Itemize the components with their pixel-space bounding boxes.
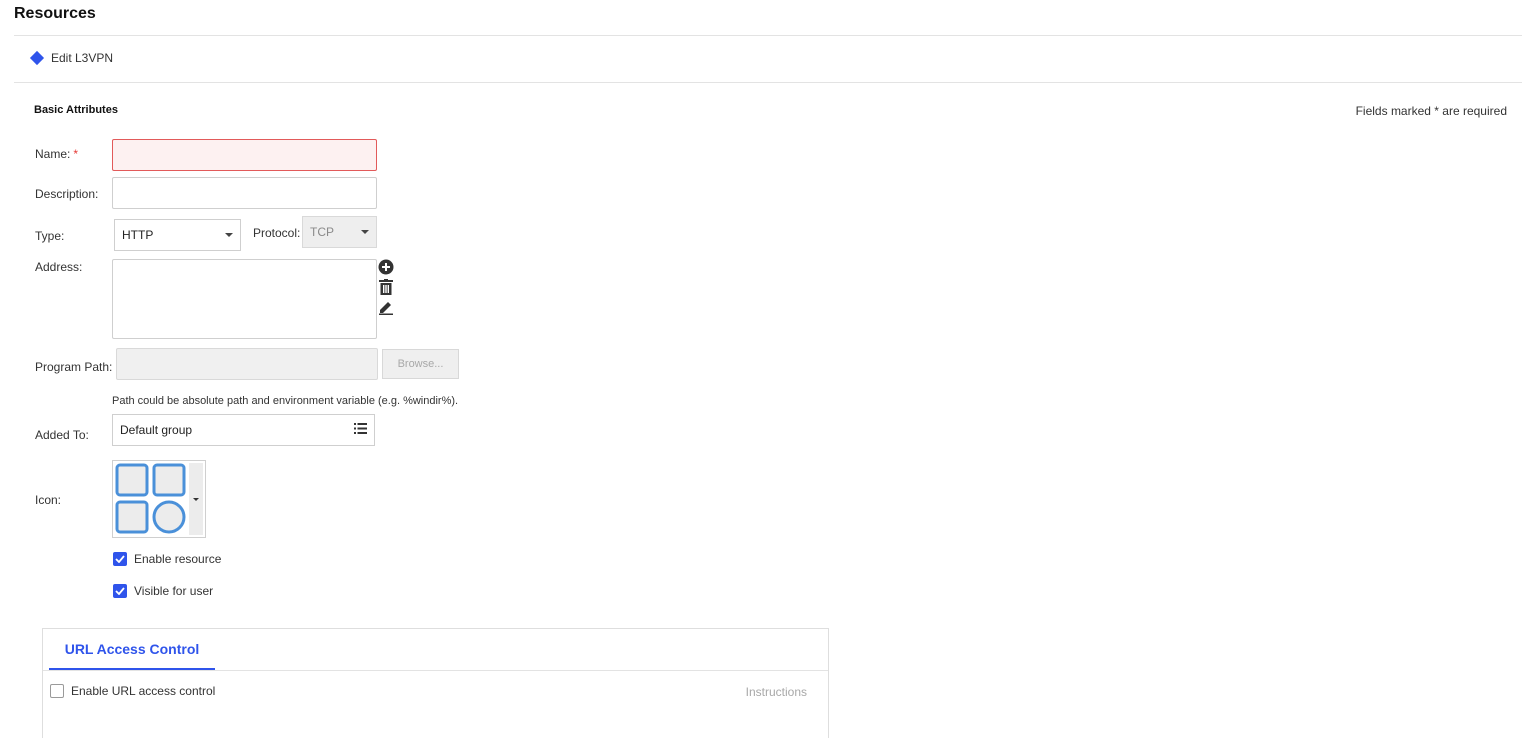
- program-path-hint: Path could be absolute path and environm…: [112, 395, 459, 407]
- breadcrumb-divider: [14, 82, 1522, 83]
- type-select-value: HTTP: [122, 228, 154, 242]
- resource-app-icon: [115, 463, 186, 534]
- browse-button[interactable]: Browse...: [382, 349, 459, 379]
- visible-for-user-checkbox[interactable]: [113, 584, 127, 598]
- description-input[interactable]: [112, 177, 377, 209]
- added-to-label: Added To:: [35, 428, 89, 442]
- plus-circle-icon[interactable]: [377, 258, 395, 276]
- caret-down-icon: [193, 497, 199, 501]
- icon-picker-dropdown[interactable]: [189, 463, 203, 535]
- description-label: Description:: [35, 187, 99, 201]
- enable-url-access-row[interactable]: Enable URL access control: [50, 684, 215, 698]
- instructions-link[interactable]: Instructions: [746, 685, 807, 699]
- list-icon: [354, 423, 367, 437]
- page-title: Resources: [14, 5, 96, 22]
- check-icon: [115, 555, 125, 563]
- added-to-select[interactable]: Default group: [112, 414, 375, 446]
- name-label: Name: *: [35, 147, 78, 161]
- protocol-label: Protocol:: [253, 226, 301, 240]
- breadcrumb-label: Edit L3VPN: [51, 51, 114, 65]
- enable-url-access-label: Enable URL access control: [71, 684, 216, 698]
- required-star: *: [73, 147, 79, 161]
- tab-divider: [43, 670, 828, 671]
- visible-for-user-row[interactable]: Visible for user: [113, 584, 213, 598]
- enable-url-access-checkbox[interactable]: [50, 684, 64, 698]
- tab-url-access-control[interactable]: URL Access Control: [49, 629, 215, 670]
- header-divider: [14, 35, 1522, 36]
- url-access-panel: URL Access Control Enable URL access con…: [42, 628, 829, 738]
- name-label-text: Name:: [35, 147, 71, 161]
- type-label: Type:: [35, 229, 65, 243]
- icon-label: Icon:: [35, 493, 62, 507]
- breadcrumb: Edit L3VPN: [29, 50, 114, 66]
- required-note: Fields marked * are required: [1355, 104, 1507, 118]
- section-title: Basic Attributes: [34, 104, 118, 116]
- enable-resource-row[interactable]: Enable resource: [113, 552, 221, 566]
- added-to-value: Default group: [120, 423, 193, 437]
- enable-resource-label: Enable resource: [134, 552, 222, 566]
- visible-for-user-label: Visible for user: [134, 584, 214, 598]
- enable-resource-checkbox[interactable]: [113, 552, 127, 566]
- program-path-label: Program Path:: [35, 360, 113, 374]
- type-select[interactable]: HTTP: [114, 219, 241, 251]
- icon-picker[interactable]: [112, 460, 206, 538]
- trash-icon[interactable]: [377, 278, 395, 296]
- caret-down-icon: [361, 230, 369, 234]
- pencil-icon[interactable]: [377, 298, 395, 316]
- address-textarea[interactable]: [112, 259, 377, 339]
- name-input[interactable]: [112, 139, 377, 171]
- address-label: Address:: [35, 260, 83, 274]
- program-path-input[interactable]: [116, 348, 378, 380]
- protocol-select[interactable]: TCP: [302, 216, 377, 248]
- caret-down-icon: [225, 233, 233, 237]
- diamond-icon: [29, 50, 45, 66]
- protocol-select-value: TCP: [310, 225, 334, 239]
- check-icon: [115, 587, 125, 595]
